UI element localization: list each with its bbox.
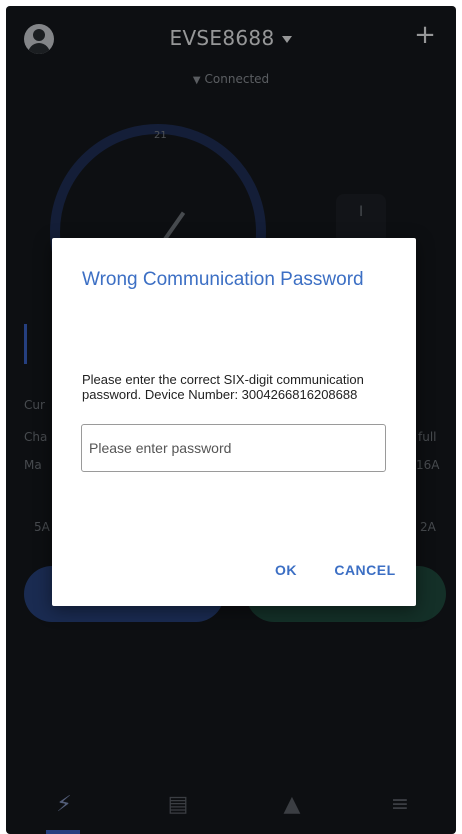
app-screen: EVSE8688 + ▼ Connected 21 I Cur Cha Ma 5A… — [6, 6, 456, 834]
dialog-message: Please enter the correct SIX-digit commu… — [82, 372, 364, 402]
ok-button[interactable]: OK — [266, 558, 306, 582]
password-dialog: Wrong Communication Password Please ente… — [52, 238, 416, 606]
dialog-title: Wrong Communication Password — [82, 269, 364, 290]
cancel-button[interactable]: CANCEL — [332, 558, 398, 582]
password-input[interactable] — [81, 424, 386, 472]
